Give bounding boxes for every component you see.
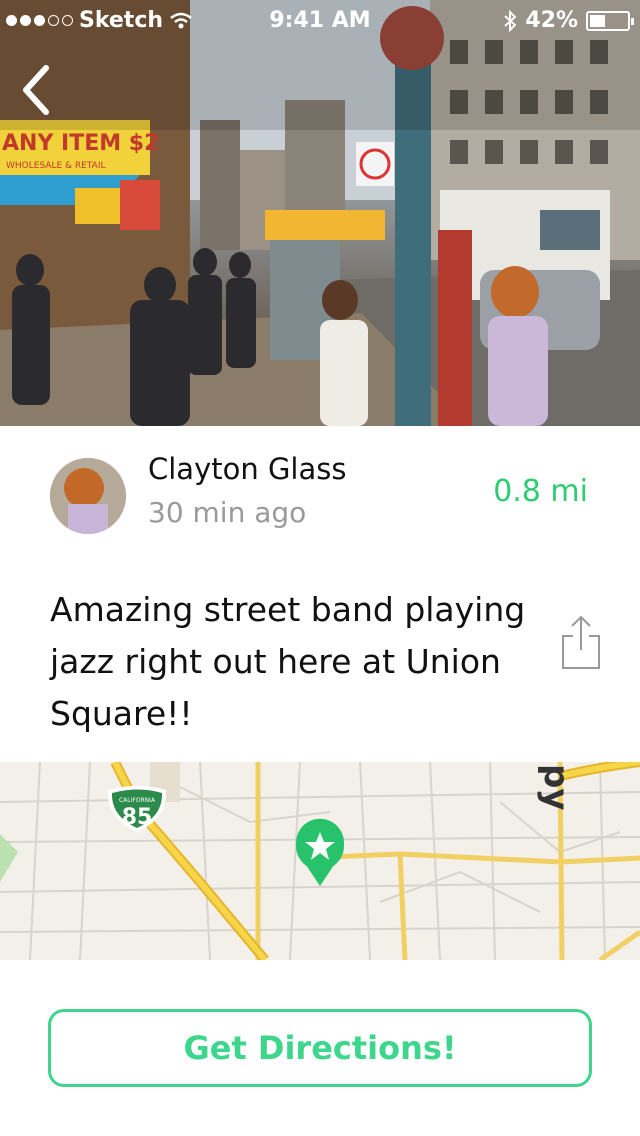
battery-icon <box>586 10 634 31</box>
street-scene-illustration: ANY ITEM $2 WHOLESALE & RETAIL <box>0 0 640 426</box>
shield-number: 85 <box>122 805 153 830</box>
share-icon <box>562 615 600 669</box>
battery-percentage: 42% <box>525 8 578 33</box>
get-directions-button[interactable]: Get Directions! <box>48 1009 592 1087</box>
share-button[interactable] <box>560 614 602 670</box>
user-name[interactable]: Clayton Glass <box>148 452 346 486</box>
bluetooth-icon <box>504 9 517 32</box>
distance-label: 0.8 mi <box>493 474 588 509</box>
map-partial-label: py <box>536 764 576 811</box>
user-photo <box>50 458 126 534</box>
shield-state-label: CALIFORNIA <box>119 797 156 804</box>
chevron-left-icon <box>23 65 49 115</box>
post-text: Amazing street band playing jazz right o… <box>50 590 526 733</box>
hero-photo: ANY ITEM $2 WHOLESALE & RETAIL <box>0 0 640 426</box>
location-map[interactable]: CALIFORNIA 85 py <box>0 762 640 960</box>
post-header: Clayton Glass 30 min ago 0.8 mi <box>0 426 640 566</box>
status-bar: Sketch 9:41 AM 42% <box>0 0 640 40</box>
post-timestamp: 30 min ago <box>148 496 307 529</box>
shop-sign-text: ANY ITEM $2 <box>2 131 159 156</box>
shop-sign-subtext: WHOLESALE & RETAIL <box>6 161 106 171</box>
avatar[interactable] <box>50 458 126 534</box>
back-button[interactable] <box>16 60 60 120</box>
